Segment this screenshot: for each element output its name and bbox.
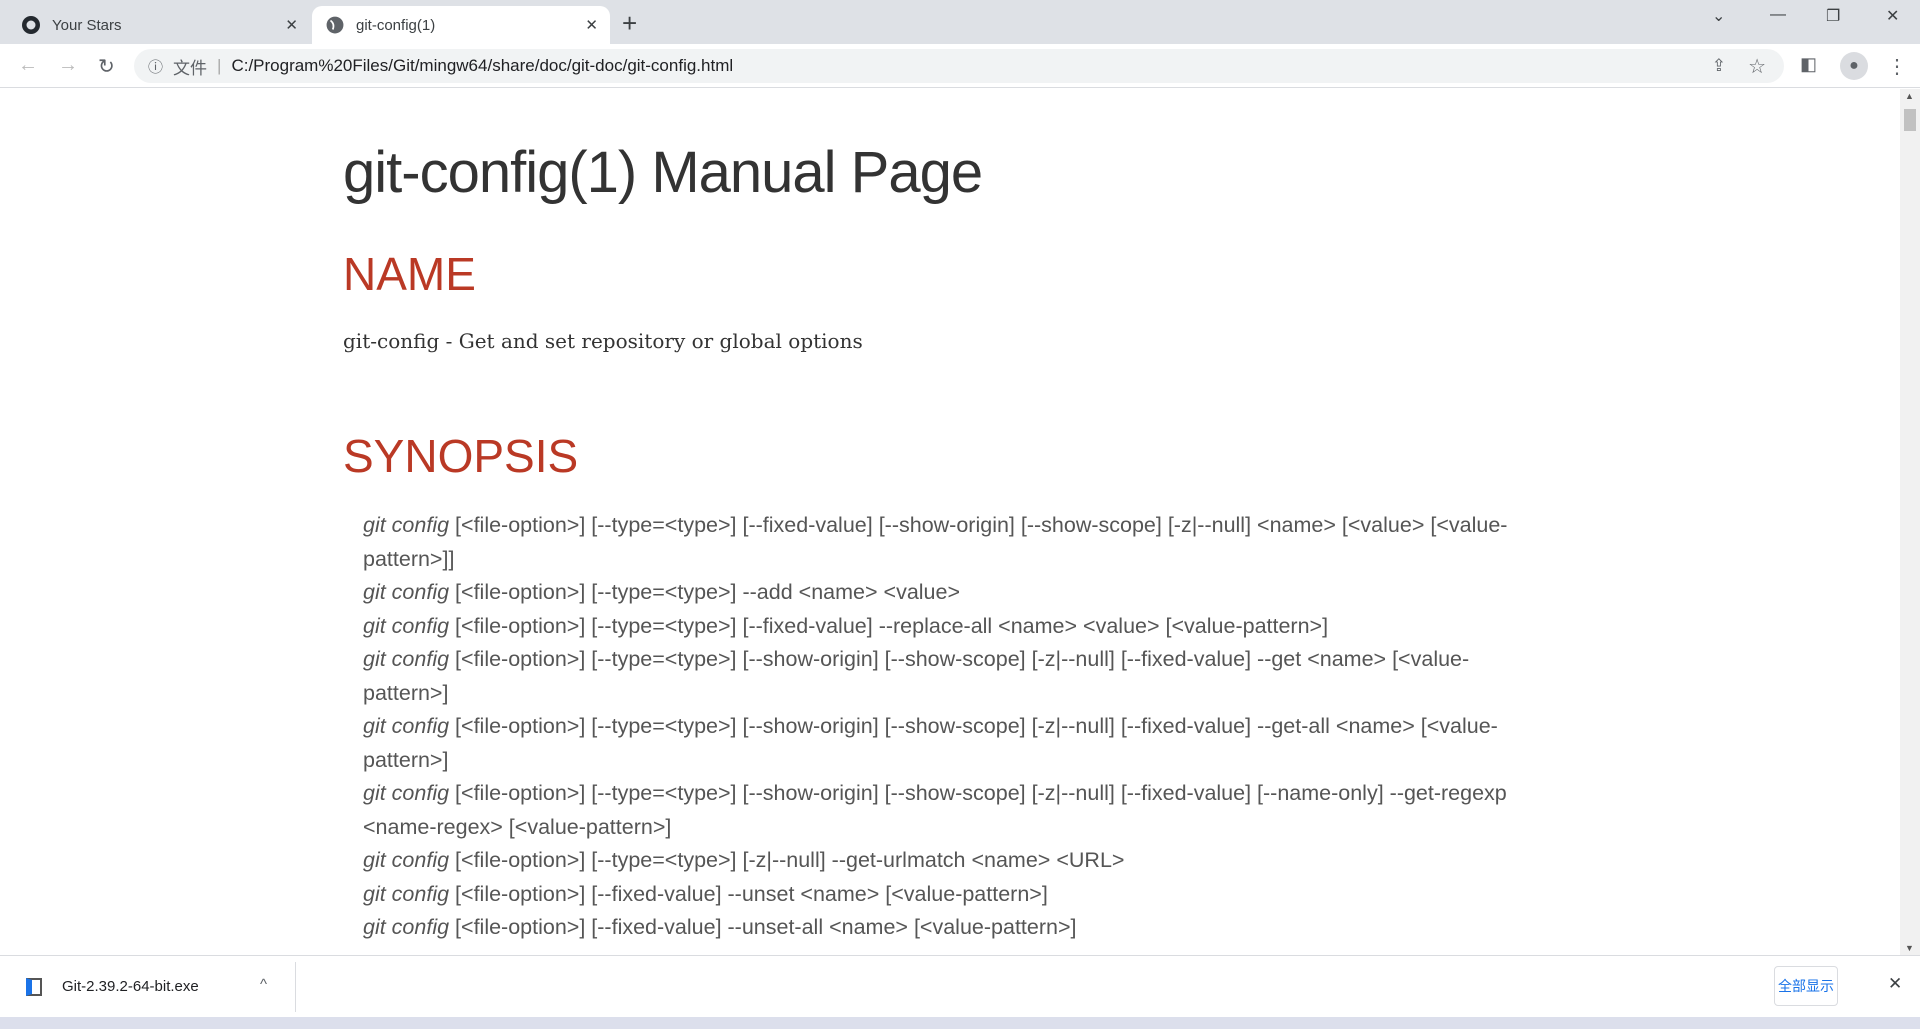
tab-title: git-config(1)	[356, 16, 436, 34]
command-args: [<file-option>] [--type=<type>] [--fixed…	[363, 513, 1508, 571]
command-args: [<file-option>] [--type=<type>] [--fixed…	[455, 613, 1329, 638]
synopsis-line: git config [<file-option>] [--type=<type…	[363, 710, 1523, 777]
close-shelf-icon[interactable]: ✕	[1888, 974, 1902, 994]
synopsis-line: git config [<file-option>] [--type=<type…	[363, 509, 1523, 576]
profile-avatar-icon[interactable]: ●	[1840, 52, 1868, 80]
minimize-button[interactable]: —	[1770, 6, 1786, 24]
back-button[interactable]: ←	[18, 54, 38, 77]
close-tab-icon[interactable]: ✕	[285, 16, 298, 34]
synopsis-line: git config [<file-option>] [--fixed-valu…	[363, 878, 1523, 912]
synopsis-line: git config [<file-option>] [--type=<type…	[363, 576, 1523, 610]
divider: |	[217, 56, 222, 75]
exe-file-icon	[26, 978, 42, 996]
command-args: [<file-option>] [--type=<type>] [--show-…	[363, 781, 1507, 839]
address-bar[interactable]: ⓘ 文件 | C:/Program%20Files/Git/mingw64/sh…	[134, 49, 1784, 83]
vertical-scrollbar[interactable]: ▲ ▼	[1900, 89, 1920, 955]
share-icon[interactable]: ⇪	[1712, 56, 1726, 76]
tab-git-config[interactable]: git-config(1) ✕	[312, 6, 610, 44]
show-all-button[interactable]: 全部显示	[1774, 966, 1838, 1006]
page-title: git-config(1) Manual Page	[343, 140, 983, 205]
url-text[interactable]: C:/Program%20Files/Git/mingw64/share/doc…	[231, 56, 733, 76]
command-args: [<file-option>] [--type=<type>] --add <n…	[455, 580, 961, 604]
new-tab-button[interactable]: +	[622, 8, 637, 39]
close-tab-icon[interactable]: ✕	[585, 16, 598, 34]
tab-title: Your Stars	[52, 16, 122, 34]
forward-button[interactable]: →	[58, 54, 78, 77]
download-shelf: Git-2.39.2-64-bit.exe ^ 全部显示 ✕	[0, 955, 1920, 1017]
synopsis-line: git config [<file-option>] [--fixed-valu…	[363, 911, 1523, 945]
browser-toolbar: ← → ↻ ⓘ 文件 | C:/Program%20Files/Git/ming…	[0, 44, 1920, 88]
restore-button[interactable]: ❐	[1826, 6, 1840, 26]
divider	[295, 962, 296, 1012]
page-content: git-config(1) Manual Page NAME git-confi…	[0, 89, 1900, 955]
command-args: [<file-option>] [--type=<type>] [--show-…	[363, 714, 1498, 772]
command-name: git config	[363, 881, 450, 906]
synopsis-block: git config [<file-option>] [--type=<type…	[363, 509, 1523, 945]
command-args: [<file-option>] [--type=<type>] [--show-…	[363, 647, 1470, 705]
side-panel-icon[interactable]: ◧	[1800, 54, 1817, 75]
command-name: git config	[363, 781, 450, 805]
reload-button[interactable]: ↻	[98, 54, 115, 79]
info-icon[interactable]: ⓘ	[148, 56, 163, 77]
tab-strip: Your Stars ✕ git-config(1) ✕ + ⌄ — ❐ ✕	[0, 0, 1920, 44]
name-heading: NAME	[343, 248, 476, 300]
menu-icon[interactable]: ⋮	[1887, 54, 1907, 79]
synopsis-line: git config [<file-option>] [--type=<type…	[363, 610, 1523, 644]
command-args: [<file-option>] [--fixed-value] --unset-…	[455, 915, 1077, 939]
tab-your-stars[interactable]: Your Stars ✕	[8, 6, 310, 44]
download-filename[interactable]: Git-2.39.2-64-bit.exe	[62, 978, 199, 995]
command-name: git config	[363, 647, 450, 671]
command-args: [<file-option>] [--type=<type>] [-z|--nu…	[455, 848, 1125, 872]
command-name: git config	[363, 513, 450, 537]
synopsis-heading: SYNOPSIS	[343, 430, 579, 482]
name-description: git-config - Get and set repository or g…	[343, 329, 863, 353]
synopsis-line: git config [<file-option>] [--type=<type…	[363, 643, 1523, 710]
globe-icon	[326, 16, 344, 34]
scroll-up-icon[interactable]: ▲	[1905, 91, 1914, 101]
scheme-label: 文件	[173, 58, 208, 78]
command-name: git config	[363, 580, 450, 604]
synopsis-line: git config [<file-option>] [--type=<type…	[363, 777, 1523, 844]
command-name: git config	[363, 848, 450, 872]
scroll-down-icon[interactable]: ▼	[1905, 943, 1914, 953]
command-name: git config	[363, 915, 450, 939]
chevron-up-icon[interactable]: ^	[260, 976, 267, 993]
command-args: [<file-option>] [--fixed-value] --unset …	[455, 881, 1048, 906]
close-window-button[interactable]: ✕	[1886, 6, 1899, 26]
tab-search-icon[interactable]: ⌄	[1712, 6, 1725, 26]
github-icon	[22, 16, 40, 34]
command-name: git config	[363, 714, 450, 738]
bookmark-star-icon[interactable]: ☆	[1748, 54, 1766, 79]
command-name: git config	[363, 613, 450, 638]
scrollbar-thumb[interactable]	[1904, 109, 1916, 131]
synopsis-line: git config [<file-option>] [--type=<type…	[363, 844, 1523, 878]
taskbar	[0, 1017, 1920, 1029]
